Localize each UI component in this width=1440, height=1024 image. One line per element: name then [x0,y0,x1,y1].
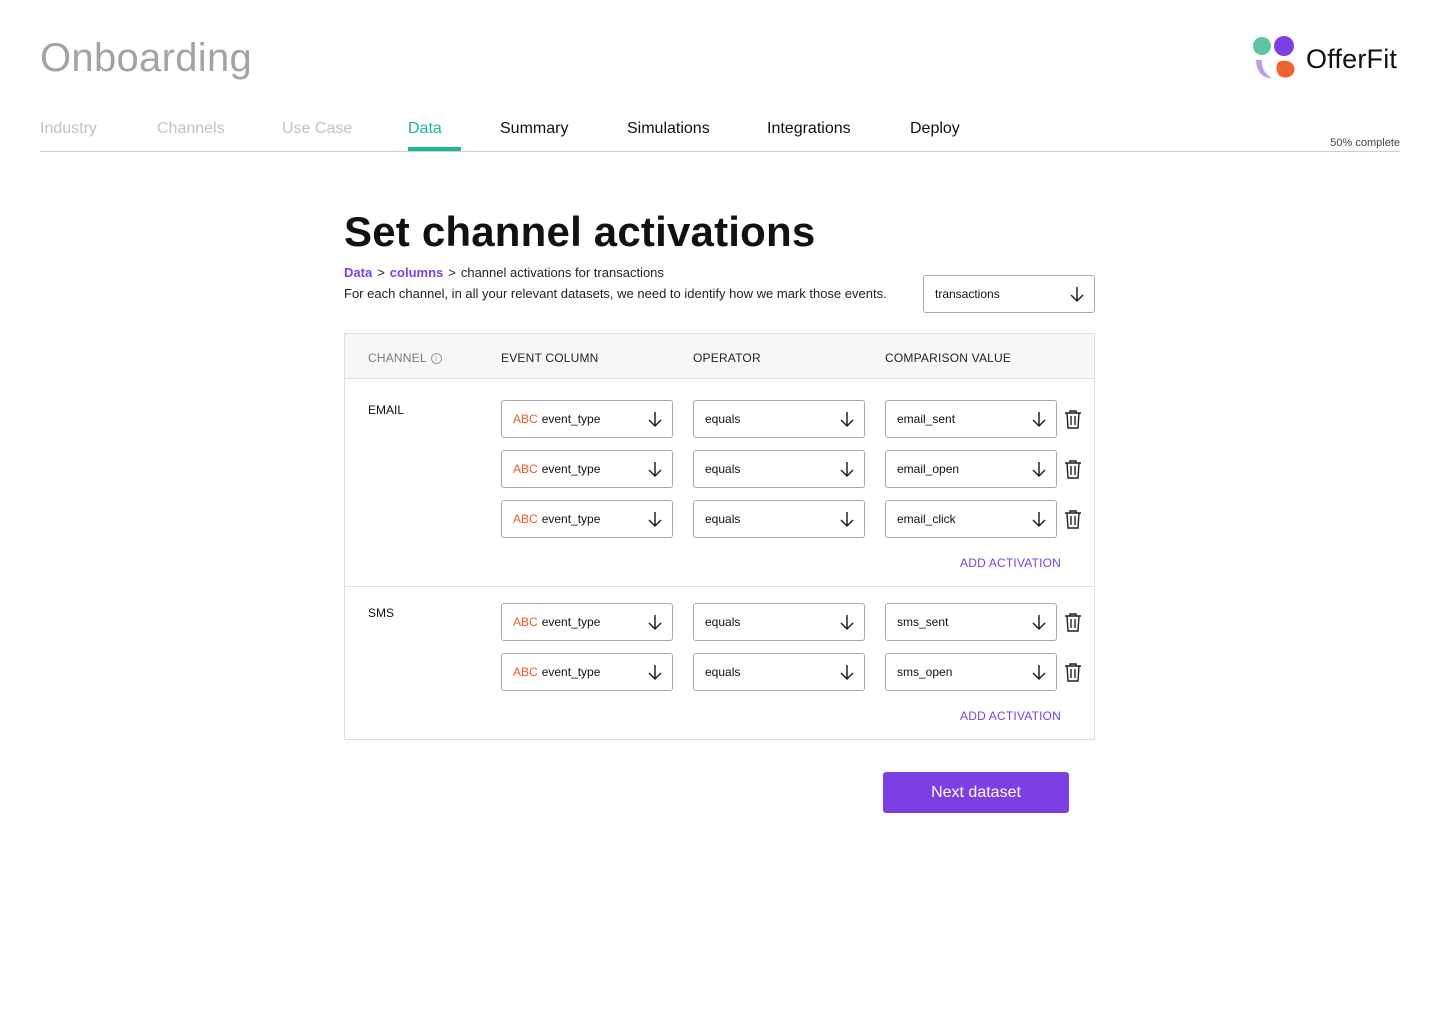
event-column-select[interactable]: ABC event_type [501,603,673,641]
operator-value: equals [705,462,741,476]
operator-select[interactable]: equals [693,603,865,641]
arrow-down-icon [1032,615,1046,631]
tab-data[interactable]: Data [408,120,442,138]
header-comparison-value: COMPARISON VALUE [885,351,1012,365]
comparison-value: sms_sent [897,615,949,629]
operator-select[interactable]: equals [693,450,865,488]
type-tag: ABC [513,412,538,426]
arrow-down-icon [648,615,662,631]
onboarding-tabs: Industry Channels Use Case Data Summary … [40,110,1400,152]
tab-integrations[interactable]: Integrations [767,120,851,138]
trash-icon[interactable] [1064,459,1082,479]
comparison-value: email_open [897,462,960,476]
comparison-value-select[interactable]: sms_sent [885,603,1057,641]
arrow-down-icon [840,412,854,428]
header-channel-label: CHANNEL [368,351,427,365]
operator-select[interactable]: equals [693,500,865,538]
section-heading: Set channel activations [344,208,816,255]
trash-icon[interactable] [1064,409,1082,429]
event-column-select[interactable]: ABC event_type [501,450,673,488]
channel-label-sms: SMS [368,606,395,620]
tab-simulations[interactable]: Simulations [627,120,710,138]
operator-select[interactable]: equals [693,653,865,691]
event-column-select[interactable]: ABC event_type [501,653,673,691]
arrow-down-icon [648,462,662,478]
progress-text: 50% complete [1330,137,1400,149]
arrow-down-icon [648,512,662,528]
dataset-select-value: transactions [935,287,1000,301]
add-activation-button[interactable]: ADD ACTIVATION [960,709,1061,723]
logo-mark-icon [1253,36,1295,79]
comparison-value-select[interactable]: email_click [885,500,1057,538]
comparison-value-select[interactable]: email_sent [885,400,1057,438]
event-column-value: event_type [541,412,601,426]
arrow-down-icon [1032,462,1046,478]
breadcrumb: Data > columns > channel activations for tra… [344,265,664,280]
header-channel: CHANNEL i [368,351,442,365]
type-tag: ABC [513,462,538,476]
next-dataset-button[interactable]: Next dataset [883,772,1069,813]
breadcrumb-separator: > [377,265,385,280]
info-icon[interactable]: i [430,353,442,364]
event-column-value: event_type [541,462,601,476]
arrow-down-icon [840,512,854,528]
type-tag: ABC [513,615,538,629]
tab-summary[interactable]: Summary [500,120,568,138]
comparison-value-select[interactable]: sms_open [885,653,1057,691]
event-column-value: event_type [541,512,601,526]
event-column-value: event_type [541,665,601,679]
page-title: Onboarding [40,36,253,80]
table-header: CHANNEL i EVENT COLUMN OPERATOR COMPARISO… [345,334,1094,379]
event-column-value: event_type [541,615,601,629]
header-event-column: EVENT COLUMN [501,351,599,365]
trash-icon[interactable] [1064,662,1082,682]
trash-icon[interactable] [1064,509,1082,529]
type-tag: ABC [513,665,538,679]
arrow-down-icon [1032,512,1046,528]
add-activation-button[interactable]: ADD ACTIVATION [960,556,1061,570]
section-description: For each channel, in all your relevant d… [344,286,887,301]
arrow-down-icon [1070,287,1084,303]
tab-use-case[interactable]: Use Case [282,120,352,138]
tab-channels[interactable]: Channels [157,120,225,138]
breadcrumb-link-data[interactable]: Data [344,265,372,280]
header-operator: OPERATOR [693,351,761,365]
operator-value: equals [705,512,741,526]
dataset-select[interactable]: transactions [923,275,1095,313]
arrow-down-icon [1032,665,1046,681]
arrow-down-icon [648,412,662,428]
channel-label-email: EMAIL [368,403,405,417]
type-tag: ABC [513,512,538,526]
breadcrumb-current: channel activations for transactions [460,265,664,280]
comparison-value-select[interactable]: email_open [885,450,1057,488]
arrow-down-icon [840,665,854,681]
operator-value: equals [705,665,741,679]
event-column-select[interactable]: ABC event_type [501,500,673,538]
arrow-down-icon [840,615,854,631]
arrow-down-icon [648,665,662,681]
arrow-down-icon [840,462,854,478]
operator-value: equals [705,412,741,426]
comparison-value: sms_open [897,665,953,679]
operator-value: equals [705,615,741,629]
comparison-value: email_sent [897,412,956,426]
operator-select[interactable]: equals [693,400,865,438]
tab-deploy[interactable]: Deploy [910,120,960,138]
event-column-select[interactable]: ABC event_type [501,400,673,438]
activations-table: CHANNEL i EVENT COLUMN OPERATOR COMPARISO… [344,333,1095,740]
comparison-value: email_click [897,512,956,526]
logo-text: OfferFit [1306,43,1398,74]
breadcrumb-separator: > [448,265,456,280]
active-tab-indicator [408,147,461,151]
arrow-down-icon [1032,412,1046,428]
tab-industry[interactable]: Industry [40,120,97,138]
channel-divider [345,586,1094,587]
offerfit-logo: OfferFit [1252,36,1397,82]
trash-icon[interactable] [1064,612,1082,632]
breadcrumb-link-columns[interactable]: columns [390,265,443,280]
